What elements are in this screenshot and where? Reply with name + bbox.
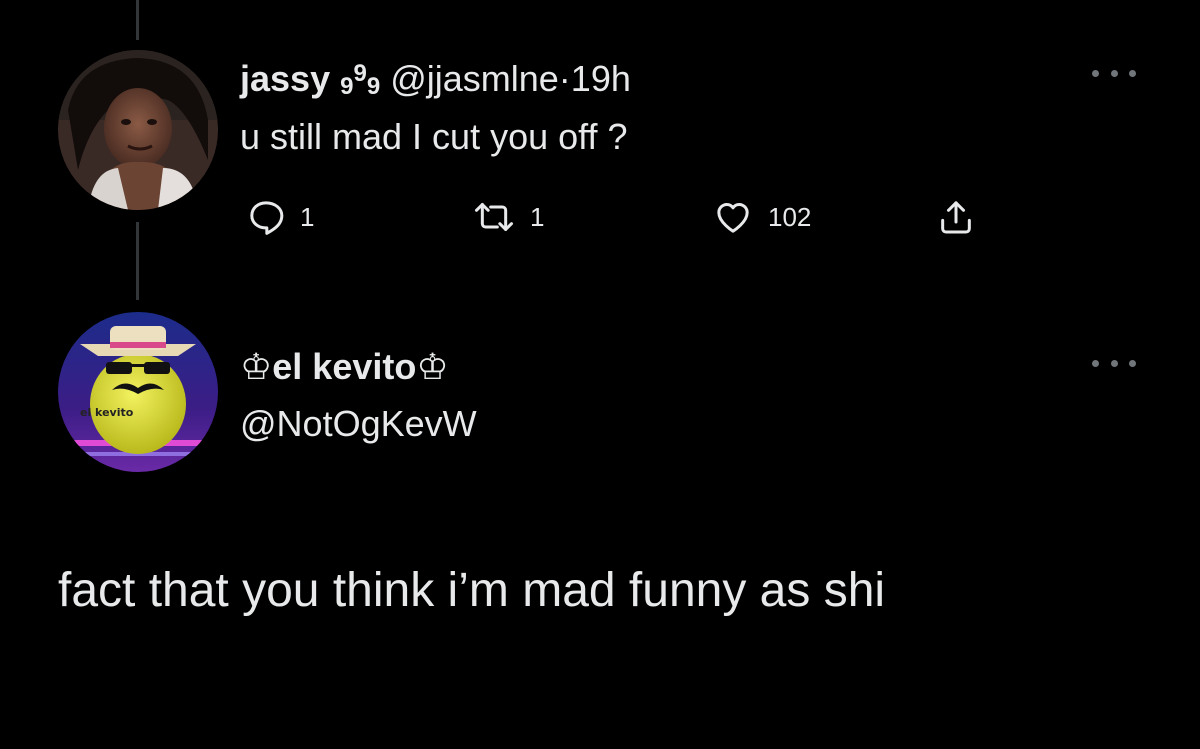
tweet-timestamp[interactable]: 19h bbox=[571, 58, 631, 99]
retweet-icon bbox=[475, 203, 513, 231]
author-handle[interactable]: @jjasmlne bbox=[390, 58, 559, 99]
share-icon bbox=[941, 201, 971, 234]
reply-button[interactable]: 1 bbox=[246, 192, 314, 242]
reply-count: 1 bbox=[300, 201, 315, 232]
reply-text: fact that you think i’m mad funny as shi bbox=[58, 564, 886, 617]
avatar-photo: el kevito bbox=[58, 312, 218, 472]
separator-dot: · bbox=[558, 58, 571, 99]
thread-connector bbox=[136, 222, 139, 300]
like-count: 102 bbox=[768, 201, 812, 232]
share-button[interactable] bbox=[936, 192, 976, 242]
avatar[interactable]: el kevito bbox=[58, 312, 218, 472]
avatar[interactable] bbox=[58, 50, 218, 210]
avatar-photo bbox=[58, 50, 218, 210]
author-display-name[interactable]: ♔el kevito♔ bbox=[240, 345, 449, 389]
heart-icon bbox=[717, 203, 749, 233]
tweet-actions: 1 1 102 bbox=[240, 192, 1000, 242]
retweet-count: 1 bbox=[530, 201, 545, 232]
retweet-button[interactable]: 1 bbox=[472, 192, 544, 242]
author-display-name[interactable]: jassy 999 bbox=[240, 58, 380, 100]
avatar-label: el kevito bbox=[80, 406, 134, 419]
tweet-header: jassy 999 @jjasmlne·19h bbox=[240, 52, 631, 109]
tweet-text: u still mad I cut you off ? bbox=[240, 116, 628, 157]
like-button[interactable]: 102 bbox=[712, 192, 811, 242]
author-handle[interactable]: @NotOgKevW bbox=[240, 402, 477, 446]
more-options-icon[interactable] bbox=[1092, 356, 1136, 370]
reply-icon bbox=[250, 201, 284, 235]
thread-connector-top bbox=[136, 0, 139, 40]
more-options-icon[interactable] bbox=[1092, 66, 1136, 80]
